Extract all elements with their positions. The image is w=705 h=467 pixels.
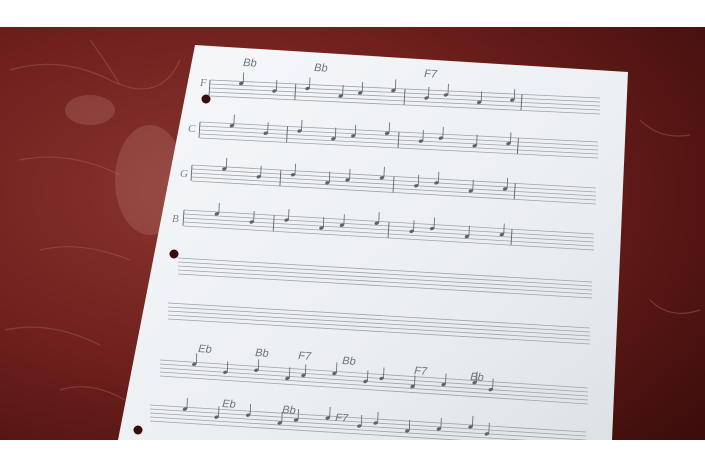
punch-hole-bottom	[133, 425, 143, 435]
note-stem	[225, 157, 228, 169]
note-stem	[275, 79, 278, 91]
note-stem	[288, 367, 291, 379]
note-stem	[440, 417, 442, 429]
note-stem	[503, 223, 505, 235]
note-stem	[242, 72, 245, 84]
chord-symbol: F7	[414, 365, 429, 378]
note-stem	[257, 359, 260, 371]
note-stem	[377, 411, 379, 423]
note-stem	[367, 370, 369, 382]
note-stem	[267, 122, 269, 134]
note-stem	[447, 83, 449, 95]
note-stem	[510, 132, 512, 144]
staff-label: G	[180, 168, 188, 180]
note-stem	[218, 406, 220, 418]
note-stem	[476, 134, 478, 146]
note-stem	[378, 212, 380, 224]
note-stem	[301, 119, 303, 132]
note-stem	[417, 174, 420, 186]
chord-symbol: Eb	[222, 398, 236, 411]
note-stem	[480, 91, 482, 103]
note-stem	[360, 414, 363, 426]
note-stem	[195, 353, 198, 365]
note-stem	[354, 124, 357, 136]
note-stem	[288, 208, 290, 221]
note-stem	[343, 214, 345, 226]
note-stem	[445, 373, 447, 385]
note-stem	[506, 177, 508, 189]
note-stem	[438, 171, 440, 183]
chord-symbol: F7	[335, 412, 350, 425]
note-stem	[309, 77, 311, 89]
note-stem	[388, 122, 390, 134]
note-stem	[468, 225, 470, 237]
note-stem	[433, 217, 435, 229]
staff-label: B	[172, 213, 179, 225]
note-stem	[260, 165, 262, 177]
note-stem	[342, 85, 344, 97]
note-stem	[394, 79, 397, 91]
chord-symbol: Bb	[282, 404, 296, 417]
chord-symbol: F7	[298, 350, 313, 363]
note-stem	[304, 364, 307, 376]
note-stem	[186, 398, 188, 410]
note-stem	[249, 404, 251, 416]
chord-symbol: Bb	[314, 62, 328, 75]
chord-symbol: Bb	[470, 371, 484, 384]
note-stem	[361, 81, 364, 93]
punch-hole-middle	[169, 249, 179, 259]
note-stem	[226, 361, 229, 373]
note-stem	[329, 406, 331, 419]
note-stem	[472, 415, 474, 427]
note-stem	[383, 166, 385, 178]
note-stem	[492, 378, 494, 390]
sheet-music-photo: Bb Bb F7 Eb Bb F7 Bb F7 Bb Eb Bb F7 F C …	[0, 27, 705, 440]
note-stem	[414, 375, 416, 387]
note-stem	[322, 217, 325, 229]
note-stem	[233, 114, 235, 126]
note-stem	[442, 127, 444, 139]
chord-symbol: Bb	[255, 347, 269, 360]
note-stem	[297, 409, 299, 421]
note-stem	[334, 127, 337, 139]
staff-label: F	[199, 77, 207, 89]
note-stem	[513, 88, 516, 100]
note-stem	[253, 210, 255, 222]
note-stem	[218, 202, 220, 214]
chord-symbol: F7	[424, 68, 438, 81]
note-stem	[336, 362, 338, 374]
note-stem	[294, 163, 296, 175]
note-stem	[472, 179, 474, 191]
note-stem	[413, 220, 415, 232]
staff-label: C	[188, 123, 196, 135]
note-stem	[428, 86, 430, 99]
note-stem	[488, 422, 490, 434]
note-stem	[422, 130, 424, 142]
note-stem	[383, 367, 385, 379]
note-stem	[349, 168, 351, 180]
chord-symbol: Bb	[342, 355, 356, 368]
note-stem	[328, 171, 331, 183]
sheet-music-paper	[118, 45, 628, 440]
chord-symbol: Eb	[198, 343, 212, 356]
note-stem	[408, 419, 411, 431]
chord-symbol: Bb	[243, 57, 257, 70]
